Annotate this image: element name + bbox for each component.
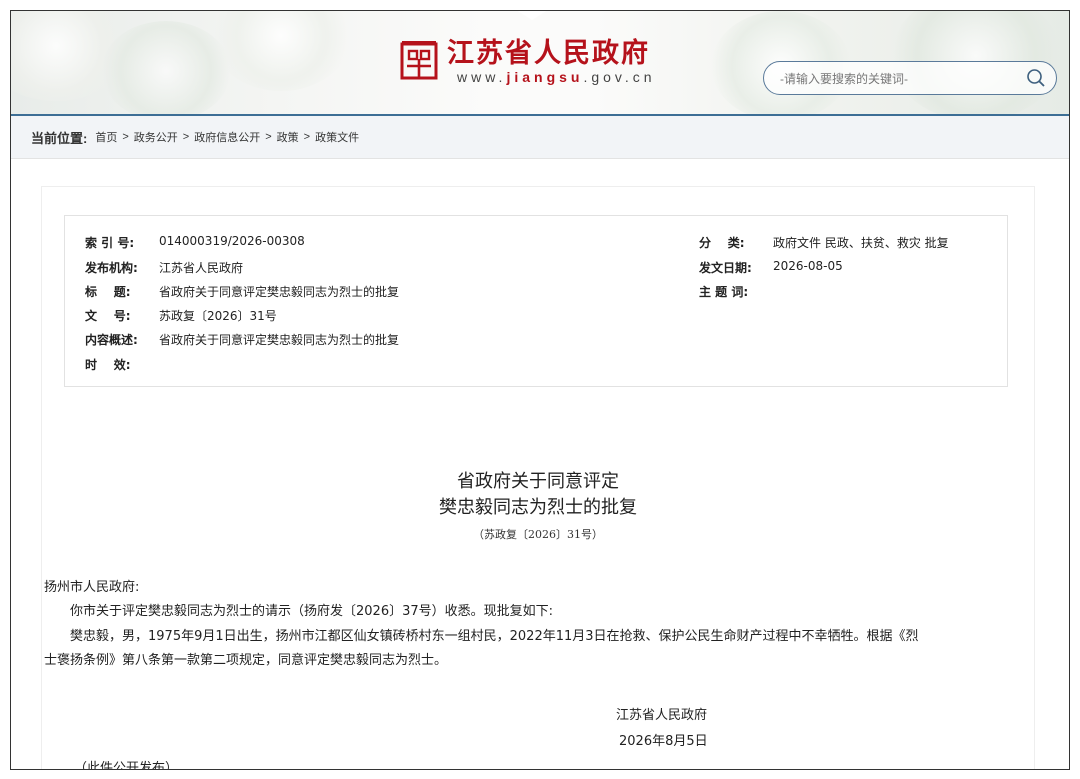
breadcrumb-separator: > xyxy=(122,131,129,143)
breadcrumb-label: 当前位置: xyxy=(31,130,88,146)
search-box xyxy=(763,61,1057,95)
meta-category-row: 分 类: 政府文件 民政、扶贫、救灾 批复 xyxy=(699,234,949,251)
site-title[interactable]: 江苏省人民政府 xyxy=(447,31,650,70)
search-icon[interactable] xyxy=(1026,68,1046,88)
meta-subject-label: 主 题 词: xyxy=(699,285,749,299)
url-highlight: jiangsu xyxy=(506,69,584,85)
breadcrumb-separator: > xyxy=(182,131,190,143)
meta-validity-row: 时 效: xyxy=(85,356,159,373)
document-sign-date: 2026年8月5日 xyxy=(619,734,708,749)
document-publish-note: （此件公开发布） xyxy=(74,761,179,770)
meta-date-row: 发文日期: 2026-08-05 xyxy=(699,259,843,276)
meta-title-value: 省政府关于同意评定樊忠毅同志为烈士的批复 xyxy=(159,285,400,299)
document-paragraph-2-line1: 樊忠毅，男，1975年9月1日出生，扬州市江都区仙女镇砖桥村东一组村民，2022… xyxy=(70,629,919,644)
meta-index-label: 索 引 号: xyxy=(85,236,135,250)
article-content: 索 引 号: 014000319/2026-00308 发布机构: 江苏省人民政… xyxy=(41,186,1035,770)
meta-date-label: 发文日期: xyxy=(699,261,752,275)
breadcrumb-policy-docs[interactable]: 政策文件 xyxy=(315,129,359,145)
meta-publisher-label: 发布机构: xyxy=(85,261,138,275)
document-title-line2: 樊忠毅同志为烈士的批复 xyxy=(439,497,637,518)
meta-publisher-row: 发布机构: 江苏省人民政府 xyxy=(85,259,243,276)
meta-validity-label: 时 效: xyxy=(85,358,131,372)
meta-index-row: 索 引 号: 014000319/2026-00308 xyxy=(85,234,305,251)
meta-docno-value: 苏政复〔2026〕31号 xyxy=(159,309,277,323)
search-input[interactable] xyxy=(778,68,1022,90)
breadcrumb-separator: > xyxy=(265,131,272,143)
metadata-panel: 索 引 号: 014000319/2026-00308 发布机构: 江苏省人民政… xyxy=(64,215,1008,387)
document-paragraph-2-line2: 士褒扬条例》第八条第一款第二项规定，同意评定樊忠毅同志为烈士。 xyxy=(44,653,448,668)
meta-summary-value: 省政府关于同意评定樊忠毅同志为烈士的批复 xyxy=(159,333,400,347)
site-header: 江苏省人民政府 www.jiangsu.gov.cn xyxy=(11,11,1069,114)
page-frame: 江苏省人民政府 www.jiangsu.gov.cn 当前位置: 首页 > 政务… xyxy=(10,10,1070,770)
meta-title-row: 标 题: 省政府关于同意评定樊忠毅同志为烈士的批复 xyxy=(85,283,399,300)
url-prefix: www. xyxy=(457,69,507,85)
header-notch xyxy=(516,11,548,20)
meta-title-label: 标 题: xyxy=(85,285,131,299)
meta-publisher-value: 江苏省人民政府 xyxy=(159,261,244,275)
meta-docno-row: 文 号: 苏政复〔2026〕31号 xyxy=(85,307,277,324)
meta-date-value: 2026-08-05 xyxy=(773,259,843,273)
url-suffix: .gov.cn xyxy=(583,69,656,85)
meta-category-label: 分 类: xyxy=(699,236,745,250)
meta-index-value: 014000319/2026-00308 xyxy=(159,234,305,248)
meta-summary-label: 内容概述: xyxy=(85,333,138,347)
meta-docno-label: 文 号: xyxy=(85,309,131,323)
document-recipient: 扬州市人民政府: xyxy=(44,580,140,595)
breadcrumb-info-open[interactable]: 政府信息公开 xyxy=(194,129,260,145)
government-emblem-icon xyxy=(400,41,438,80)
document-signatory: 江苏省人民政府 xyxy=(616,708,708,723)
document-title-line1: 省政府关于同意评定 xyxy=(457,471,619,492)
breadcrumb-separator: > xyxy=(303,131,311,143)
document-paragraph-1: 你市关于评定樊忠毅同志为烈士的请示（扬府发〔2026〕37号）收悉。现批复如下: xyxy=(70,604,554,619)
meta-category-value: 政府文件 民政、扶贫、救灾 批复 xyxy=(773,236,949,250)
breadcrumb: 当前位置: 首页 > 政务公开 > 政府信息公开 > 政策 > 政策文件 xyxy=(11,116,1069,159)
meta-summary-row: 内容概述: 省政府关于同意评定樊忠毅同志为烈士的批复 xyxy=(85,331,399,348)
breadcrumb-policy[interactable]: 政策 xyxy=(277,129,299,145)
breadcrumb-home[interactable]: 首页 xyxy=(95,129,117,145)
meta-subject-row: 主 题 词: xyxy=(699,283,773,300)
site-url[interactable]: www.jiangsu.gov.cn xyxy=(457,69,656,85)
document-number: （苏政复〔2026〕31号） xyxy=(473,528,603,541)
breadcrumb-affairs-open[interactable]: 政务公开 xyxy=(134,129,178,145)
